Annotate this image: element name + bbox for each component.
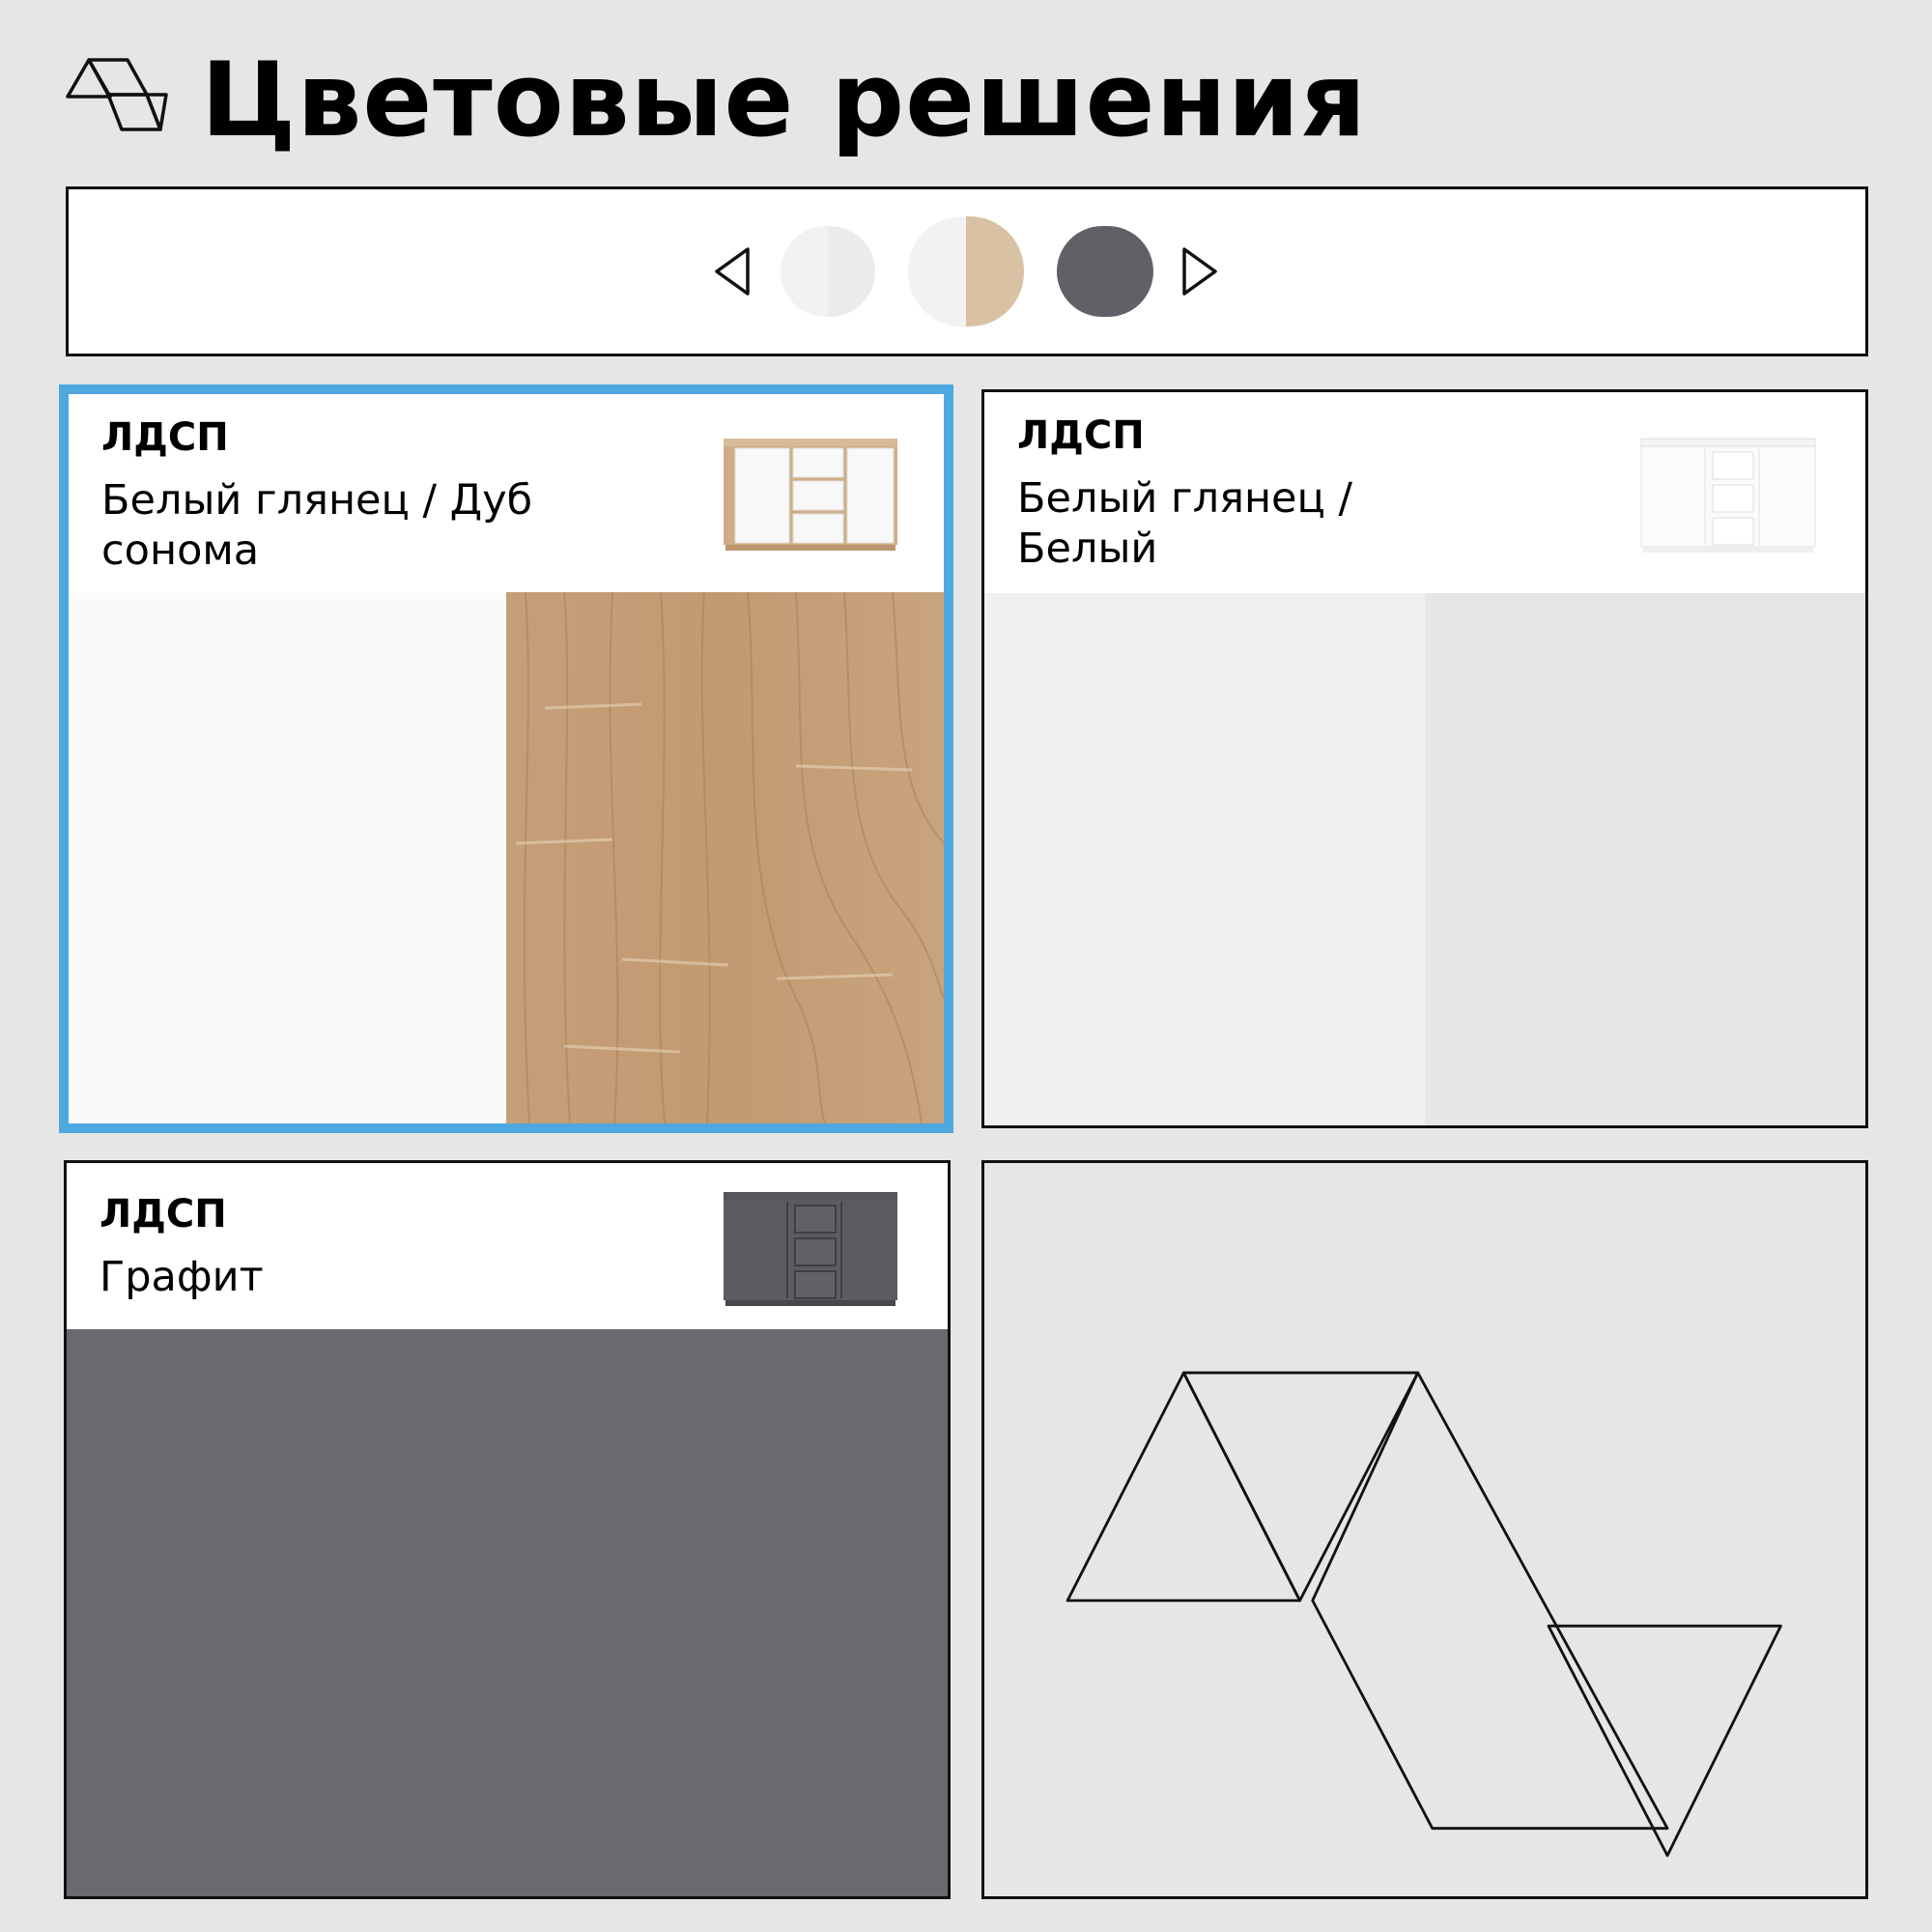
color-card-white-gloss-sonoma-oak[interactable]: ЛДСП Белый глянец / Дуб сонома <box>59 384 953 1133</box>
card-material-label: ЛДСП <box>99 1192 227 1236</box>
card-color-name: Графит <box>99 1253 264 1301</box>
sideboard-white-thumbnail <box>1640 438 1816 553</box>
card-color-name: Белый глянец / Дуб сонома <box>101 476 533 575</box>
finish-sonoma-oak <box>506 592 944 1123</box>
card-color-name: Белый глянец / Белый <box>1017 474 1352 573</box>
triangle-ribbon-logo-icon <box>66 58 168 131</box>
swatch-white[interactable] <box>781 226 875 317</box>
sideboard-graphite-thumbnail <box>724 1192 897 1306</box>
triangle-right-icon[interactable] <box>1180 245 1219 298</box>
card-material-label: ЛДСП <box>101 415 229 460</box>
decorative-logo-panel <box>981 1160 1868 1899</box>
swatch-graphite[interactable] <box>1057 226 1153 317</box>
swatch-white-oak[interactable] <box>908 216 1024 327</box>
color-card-graphite[interactable]: ЛДСП Графит <box>64 1160 951 1899</box>
brand-triangles-icon <box>1065 1371 1782 1858</box>
finish-white <box>1425 593 1865 1125</box>
triangle-left-icon[interactable] <box>713 245 752 298</box>
sideboard-oak-thumbnail <box>724 439 897 551</box>
finish-white-gloss <box>984 593 1425 1125</box>
page-title: Цветовые решения <box>201 41 1368 159</box>
card-material-label: ЛДСП <box>1017 413 1145 458</box>
color-card-white-gloss-white[interactable]: ЛДСП Белый глянец / Белый <box>981 389 1868 1128</box>
finish-white-gloss <box>69 592 506 1123</box>
finish-graphite <box>67 1329 948 1896</box>
